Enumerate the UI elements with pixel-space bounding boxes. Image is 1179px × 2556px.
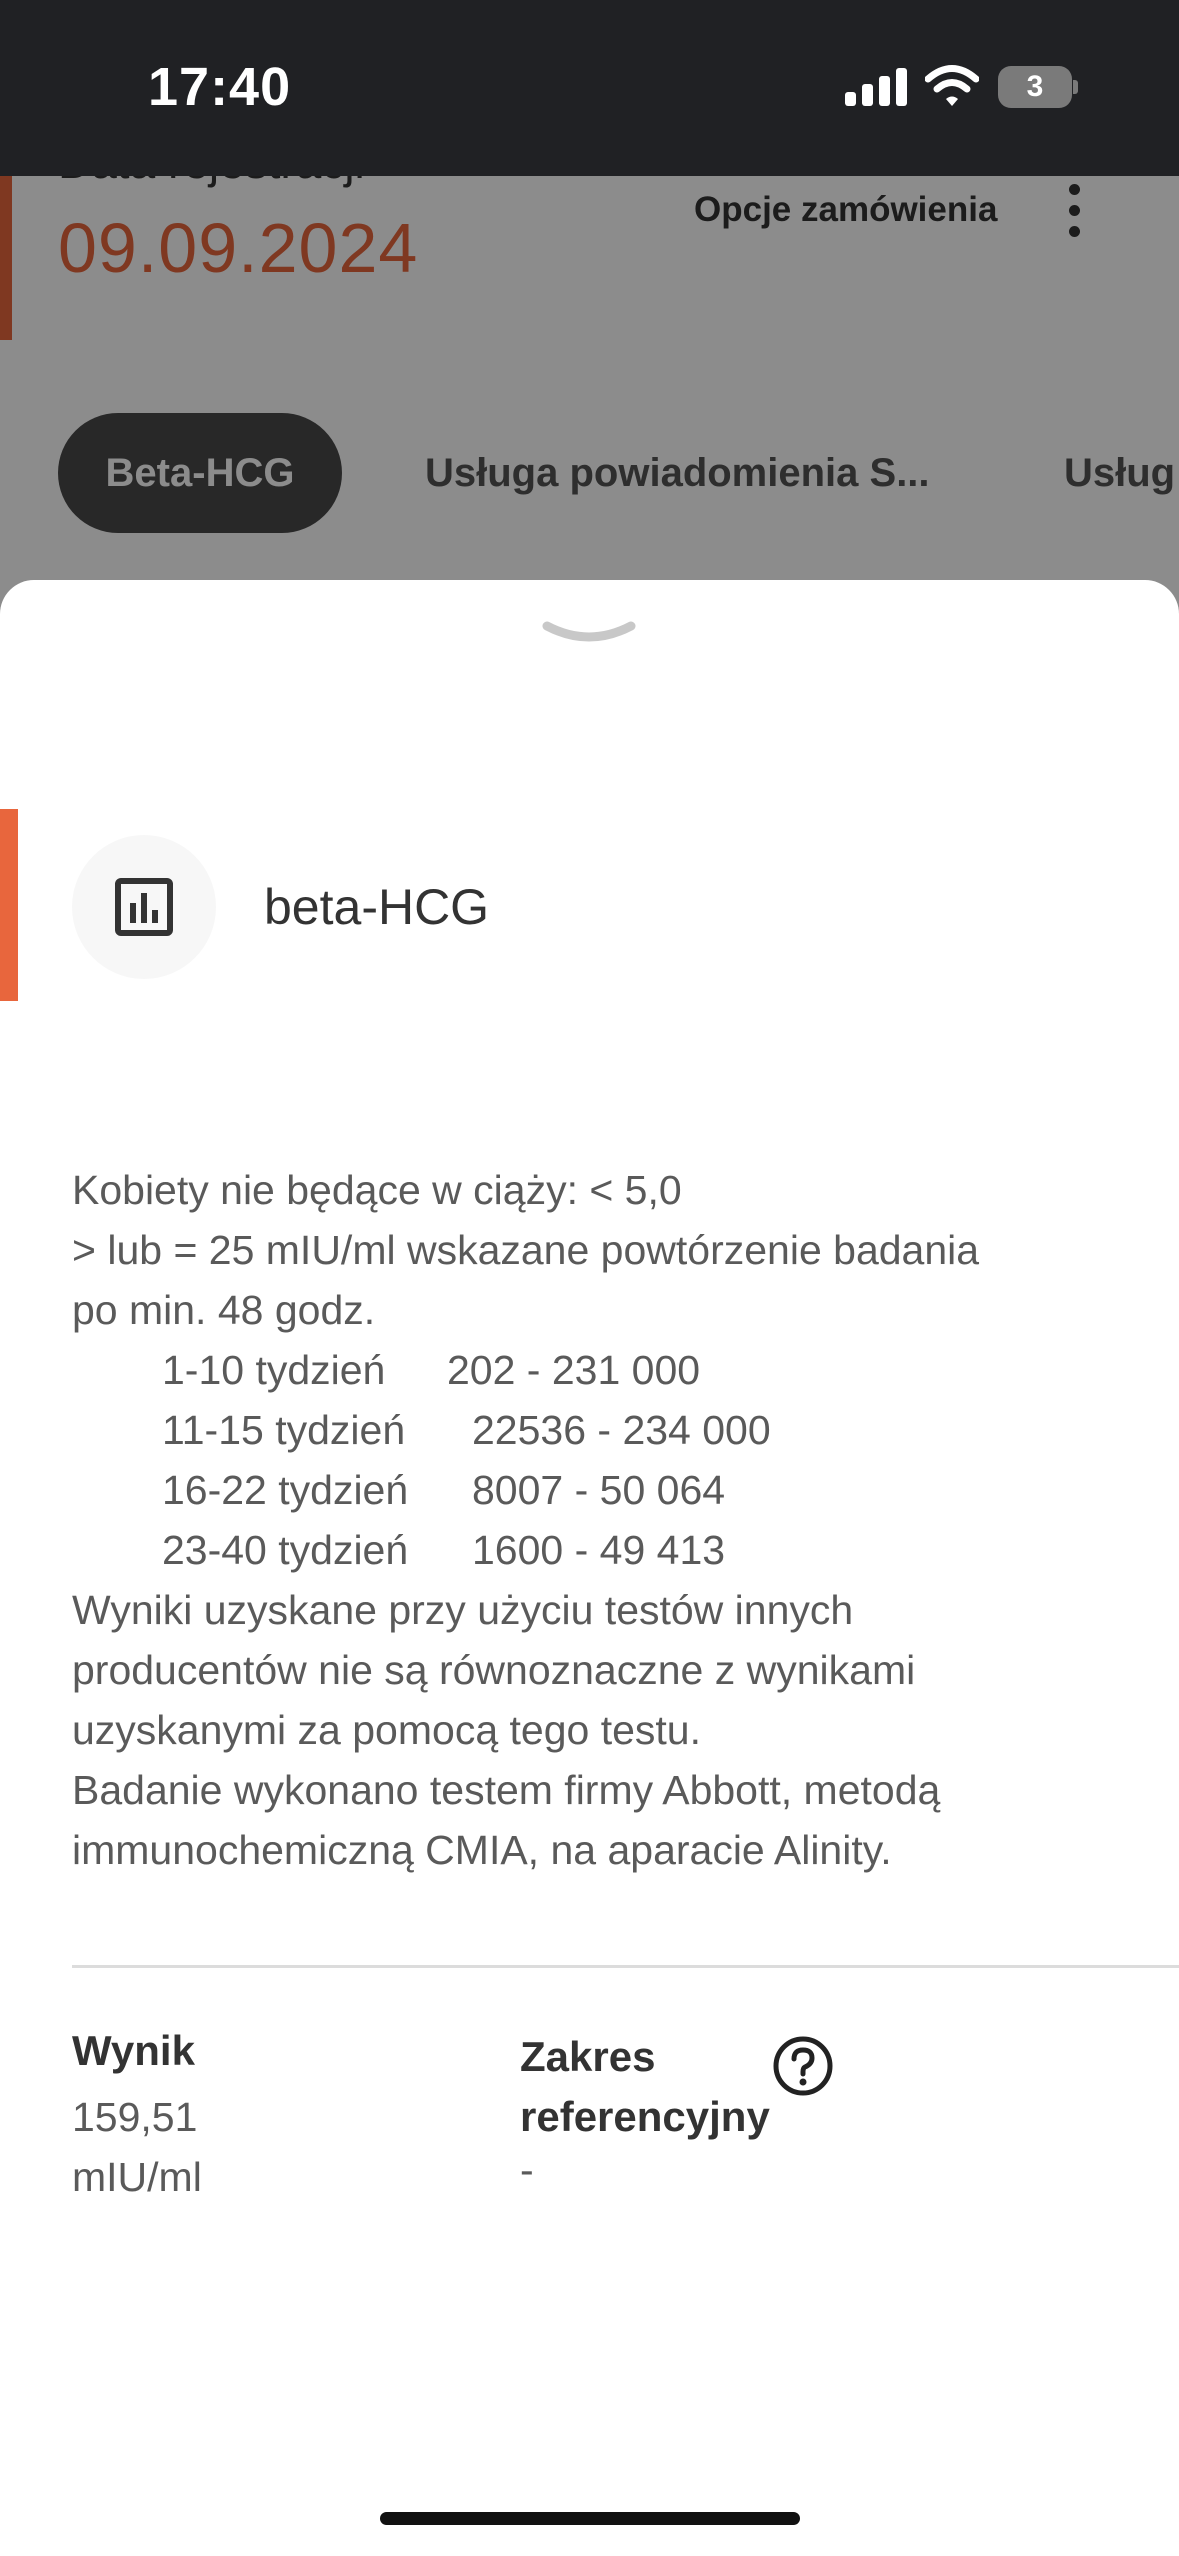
- battery-icon: 3: [998, 66, 1078, 108]
- sheet-handle[interactable]: [541, 618, 637, 648]
- signal-icon: [845, 68, 907, 106]
- range-value: 8007 - 50 064: [472, 1467, 726, 1513]
- range-week: 16-22 tydzień: [162, 1467, 409, 1513]
- test-icon-container: [72, 835, 216, 979]
- range-row: 1-10 tydzień 202 - 231 000: [72, 1340, 1152, 1400]
- result-value-block: 159,51 mIU/ml: [72, 2087, 332, 2207]
- result-label: Wynik: [72, 2027, 195, 2074]
- test-title: beta-HCG: [264, 879, 490, 935]
- battery-level: 3: [1026, 70, 1044, 103]
- reference-range-label: Zakres referencyjny: [520, 2027, 780, 2147]
- result-value: 159,51: [72, 2094, 198, 2140]
- reference-label-line: Zakres: [520, 2033, 656, 2080]
- test-description: Kobiety nie będące w ciąży: < 5,0 > lub …: [72, 1160, 1152, 1880]
- reference-range-value: -: [520, 2147, 534, 2193]
- range-row: 11-15 tydzień 22536 - 234 000: [72, 1400, 1152, 1460]
- reference-label-line: referencyjny: [520, 2093, 770, 2140]
- range-value: 1600 - 49 413: [472, 1527, 726, 1573]
- divider: [72, 1965, 1179, 1968]
- bottom-sheet: beta-HCG Kobiety nie będące w ciąży: < 5…: [0, 580, 1179, 2556]
- desc-line: uzyskanymi za pomocą tego testu.: [72, 1707, 701, 1753]
- desc-line: immunochemiczną CMIA, na aparacie Alinit…: [72, 1827, 892, 1873]
- range-value: 202 - 231 000: [447, 1347, 701, 1393]
- help-circle-icon[interactable]: [772, 2035, 834, 2097]
- range-week: 23-40 tydzień: [162, 1527, 409, 1573]
- desc-line: Wyniki uzyskane przy użyciu testów innyc…: [72, 1587, 854, 1633]
- desc-line: > lub = 25 mIU/ml wskazane powtórzenie b…: [72, 1227, 980, 1273]
- desc-line: po min. 48 godz.: [72, 1287, 376, 1333]
- result-unit: mIU/ml: [72, 2154, 202, 2200]
- desc-line: Kobiety nie będące w ciąży: < 5,0: [72, 1167, 682, 1213]
- range-week: 1-10 tydzień: [162, 1347, 386, 1393]
- chart-icon: [115, 878, 173, 936]
- desc-line: producentów nie są równoznaczne z wynika…: [72, 1647, 916, 1693]
- home-indicator[interactable]: [380, 2512, 800, 2525]
- range-value: 22536 - 234 000: [472, 1407, 771, 1453]
- desc-line: Badanie wykonano testem firmy Abbott, me…: [72, 1767, 941, 1813]
- wifi-icon: [925, 65, 979, 106]
- range-row: 16-22 tydzień 8007 - 50 064: [72, 1460, 1152, 1520]
- status-time: 17:40: [148, 57, 292, 117]
- range-row: 23-40 tydzień 1600 - 49 413: [72, 1520, 1152, 1580]
- range-week: 11-15 tydzień: [162, 1407, 406, 1453]
- sheet-accent-bar: [0, 809, 18, 1001]
- status-bar: 17:40 3: [0, 0, 1179, 176]
